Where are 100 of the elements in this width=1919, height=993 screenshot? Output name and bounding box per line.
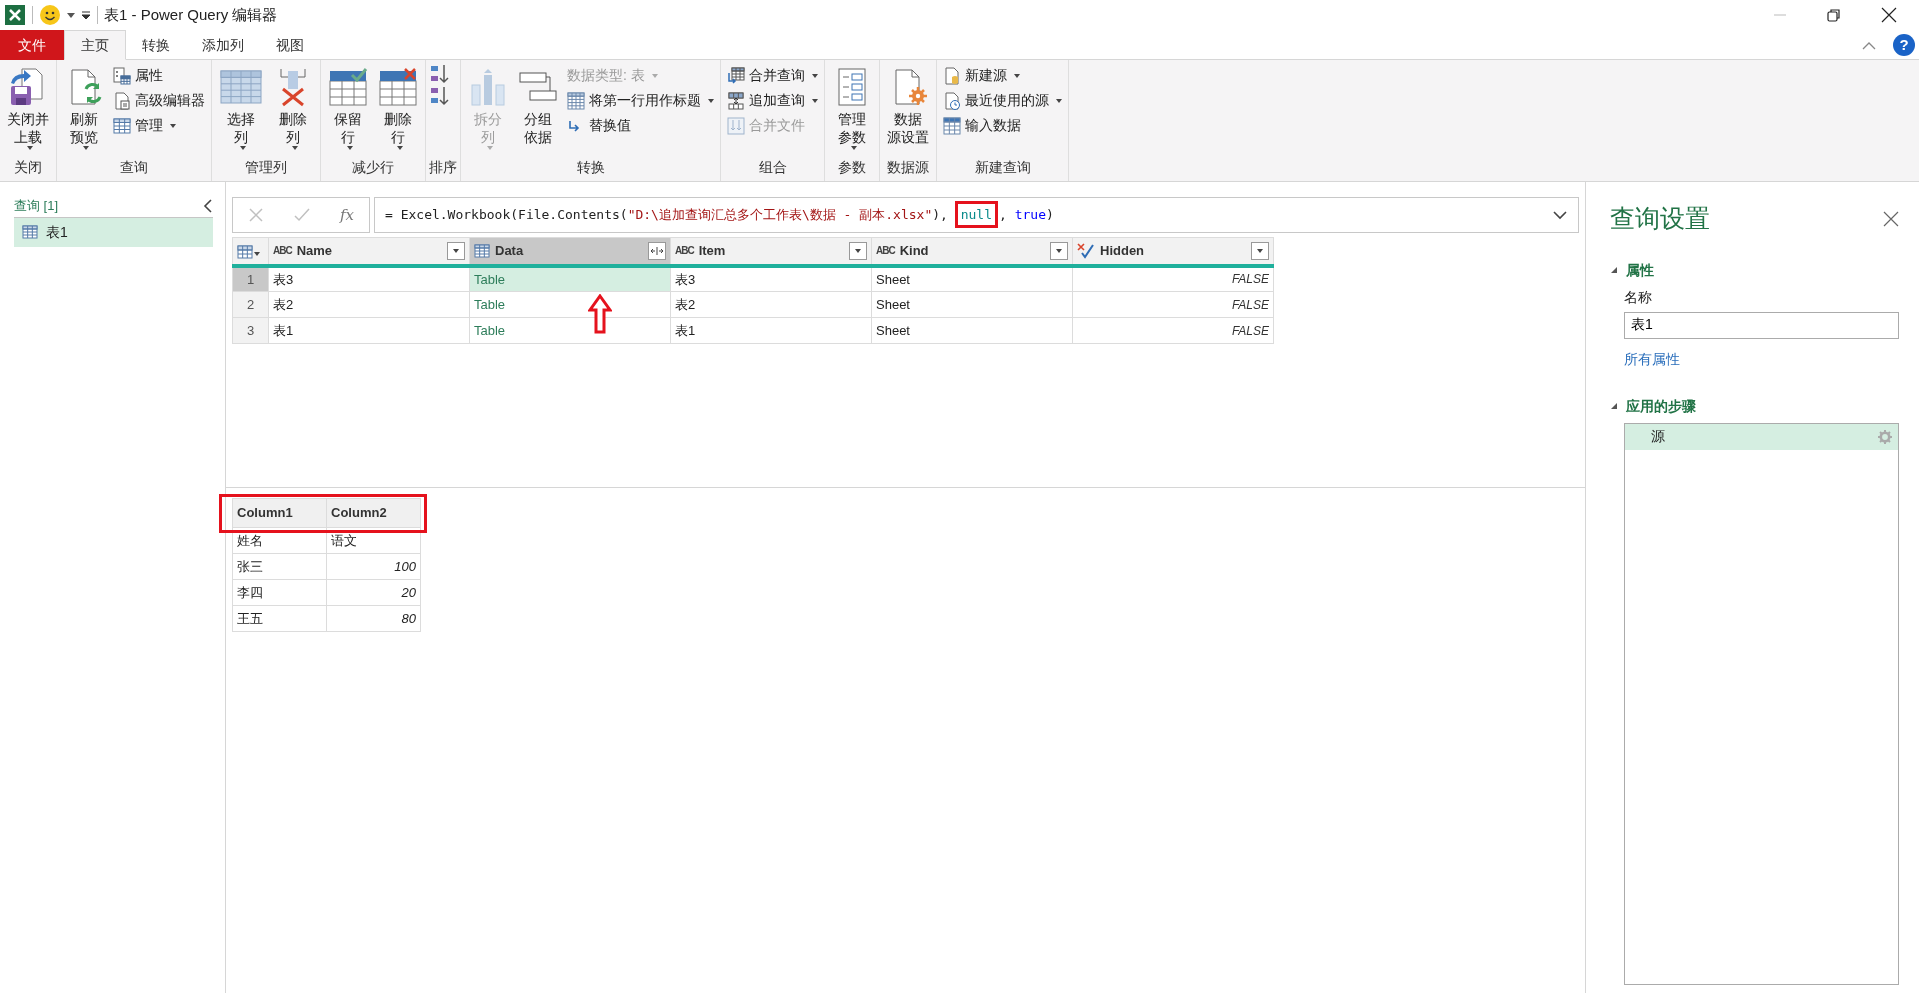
filter-button[interactable] — [1050, 241, 1068, 260]
smiley-icon[interactable] — [39, 4, 61, 26]
table-cell: 20 — [326, 579, 421, 606]
triangle-icon[interactable] — [1610, 266, 1618, 274]
table-cell: 王五 — [232, 605, 327, 632]
input-field[interactable]: 表1 — [1624, 311, 1899, 339]
ribbon-button[interactable]: 属性 — [110, 63, 208, 88]
section-heading: 应用的步骤 — [1626, 396, 1696, 416]
group-label: 组合 — [757, 159, 788, 177]
ribbon-button[interactable]: 最近使用的源 — [940, 88, 1065, 113]
column-header: Column2 — [326, 498, 421, 528]
check-icon[interactable] — [293, 207, 310, 223]
table-icon — [474, 243, 490, 258]
group-label: 减少行 — [351, 159, 395, 177]
type-label: ABC — [876, 244, 895, 259]
ribbon-tab[interactable]: 添加列 — [186, 30, 260, 60]
column-header[interactable]: ABC Kind — [871, 237, 1073, 266]
table-icon — [943, 116, 961, 135]
query-item[interactable]: 表1 — [14, 217, 213, 247]
table-delete-icon — [378, 67, 418, 107]
ribbon-tab[interactable]: 转换 — [126, 30, 186, 60]
table-cell: FALSE — [1072, 291, 1274, 318]
customize-icon[interactable] — [81, 10, 91, 20]
table-cell: 表3 — [670, 265, 872, 292]
restore-icon[interactable] — [1827, 8, 1841, 22]
table-cell: 表2 — [268, 291, 470, 318]
column-header[interactable]: ABC Name — [268, 237, 470, 266]
type-label: ABC — [273, 244, 292, 259]
ribbon-button[interactable]: 选择 列 — [215, 63, 267, 152]
ribbon-button[interactable]: 追加查询 — [724, 88, 821, 113]
ribbon-button[interactable]: 刷新 预览 — [60, 63, 108, 152]
table-cell: 80 — [326, 605, 421, 632]
expand-columns-icon[interactable] — [648, 241, 666, 260]
table-icon — [113, 116, 131, 135]
column-header[interactable]: ABC Item — [670, 237, 872, 266]
database-document-icon — [943, 66, 961, 85]
ribbon-tab[interactable]: 视图 — [260, 30, 320, 60]
ribbon-button[interactable]: 高级编辑器 — [110, 88, 208, 113]
file-tab[interactable]: 文件 — [0, 30, 64, 60]
split-icon — [468, 67, 508, 107]
caret-icon[interactable] — [67, 11, 75, 19]
group-label: 转换 — [575, 159, 606, 177]
close-icon[interactable] — [1881, 7, 1897, 23]
type-label: ABC — [675, 244, 694, 259]
column-name: Data — [495, 242, 525, 260]
table-cell: 李四 — [232, 579, 327, 606]
group-label: 查询 — [119, 159, 149, 177]
column-name: Name — [296, 242, 334, 260]
spreadsheet-icon[interactable] — [4, 4, 26, 26]
sort-icon[interactable] — [429, 85, 451, 107]
group-label: 新建查询 — [973, 159, 1032, 177]
group-label: 管理列 — [244, 159, 288, 177]
ribbon-button[interactable]: 数据 源设置 — [883, 63, 933, 148]
filter-button[interactable] — [849, 241, 867, 260]
ribbon-button[interactable]: 保留 行 — [324, 63, 372, 152]
ribbon-button[interactable]: 新建源 — [940, 63, 1065, 88]
ribbon-button[interactable]: 合并查询 — [724, 63, 821, 88]
column-header[interactable]: Hidden — [1072, 237, 1274, 266]
function-button[interactable]: fx — [339, 203, 354, 227]
ribbon-button[interactable]: 管理 — [110, 113, 208, 138]
expand-icon[interactable] — [1552, 210, 1568, 220]
table-cell: Sheet — [871, 317, 1073, 344]
help-button[interactable]: ? — [1893, 33, 1915, 56]
table-cell: Sheet — [871, 291, 1073, 318]
column-header[interactable]: Data — [469, 237, 671, 266]
boolean-icon — [1077, 242, 1095, 259]
filter-button[interactable] — [1251, 241, 1269, 260]
ribbon-button[interactable]: 管理 参数 — [828, 63, 876, 152]
group-label: 参数 — [837, 159, 867, 177]
ribbon-button[interactable]: 分组 依据 — [514, 63, 562, 148]
table-cell: 表1 — [268, 317, 470, 344]
row-number: 2 — [232, 291, 269, 318]
column-header: Column1 — [232, 498, 327, 528]
step-item[interactable]: 源 — [1625, 423, 1898, 450]
table-cell: FALSE — [1072, 265, 1274, 292]
table-cell: 表1 — [670, 317, 872, 344]
table-check-icon — [328, 67, 368, 107]
collapse-icon[interactable] — [203, 198, 213, 213]
window-title: 表1 - Power Query 编辑器 — [104, 4, 278, 25]
column-name: Item — [698, 242, 727, 260]
sort-icon[interactable] — [429, 63, 451, 85]
panel-title: 查询设置 — [1610, 203, 1710, 234]
triangle-icon[interactable] — [1610, 402, 1618, 410]
list-icon — [113, 66, 131, 85]
properties-link[interactable]: 所有属性 — [1624, 348, 1680, 370]
ribbon-tab[interactable]: 主页 — [64, 30, 126, 60]
table-menu-button[interactable] — [232, 237, 269, 266]
table-cell: FALSE — [1072, 317, 1274, 344]
ribbon-button[interactable]: 删除 列 — [269, 63, 317, 152]
table-icon — [22, 225, 38, 239]
table-icon — [237, 243, 261, 260]
filter-button[interactable] — [447, 241, 465, 260]
ribbon-button[interactable]: 替换值 — [564, 113, 717, 138]
ribbon-button[interactable]: 删除 行 — [374, 63, 422, 152]
table-cell: 张三 — [232, 553, 327, 580]
column-name: Kind — [899, 242, 930, 260]
ribbon-button[interactable]: 输入数据 — [940, 113, 1065, 138]
ribbon-button[interactable]: 将第一行用作标题 — [564, 88, 717, 113]
group-label: 数据源 — [886, 159, 930, 177]
ribbon-button[interactable]: 关闭并 上载 — [3, 63, 53, 152]
